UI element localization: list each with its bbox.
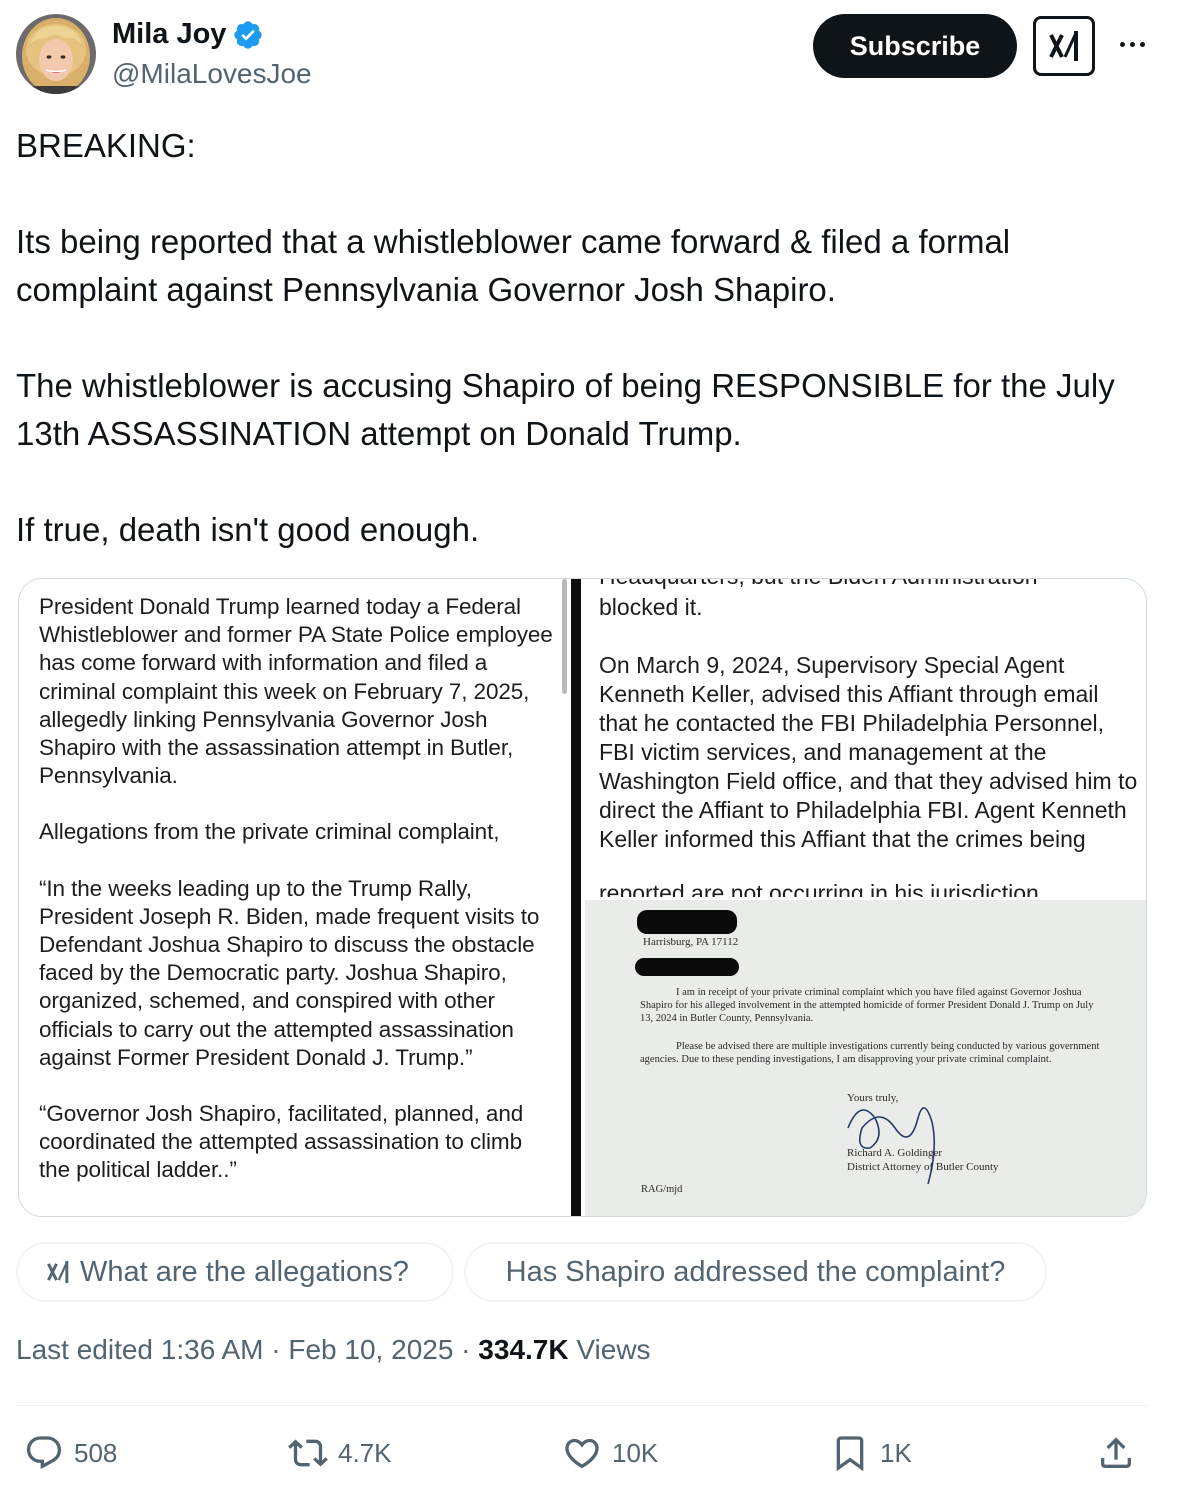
divider bbox=[16, 1405, 1148, 1406]
left-paragraph-1: President Donald Trump learned today a F… bbox=[39, 594, 553, 789]
heart-icon bbox=[565, 1438, 599, 1469]
redaction-bar bbox=[637, 910, 737, 934]
letter-signer: Richard A. Goldinger District Attorney o… bbox=[847, 1146, 999, 1174]
share-icon bbox=[1101, 1437, 1131, 1468]
like-count: 10K bbox=[612, 1437, 659, 1468]
scrollbar-thumb bbox=[562, 579, 567, 694]
grok-button[interactable] bbox=[1033, 16, 1095, 76]
right-paragraph-2: On March 9, 2024, Supervisory Special Ag… bbox=[599, 652, 1138, 852]
grok-suggestions: What are the allegations? Has Shapiro ad… bbox=[16, 1242, 1047, 1302]
letter-signer-title: District Attorney of Butler County bbox=[847, 1161, 999, 1173]
tweet-line-1: BREAKING: bbox=[16, 127, 196, 164]
reply-icon bbox=[26, 1436, 62, 1470]
letter-paragraph-1: I am in receipt of your private criminal… bbox=[640, 987, 1094, 1024]
share-button[interactable] bbox=[1096, 1428, 1136, 1478]
suggestion-chip-shapiro[interactable]: Has Shapiro addressed the complaint? bbox=[464, 1242, 1047, 1302]
tweet-line-3: The whistleblower is accusing Shapiro of… bbox=[16, 367, 1115, 452]
right-top-text: blocked it. On March 9, 2024, Supervisor… bbox=[599, 593, 1139, 883]
edited-timestamp[interactable]: Last edited 1:36 AM · Feb 10, 2025 · bbox=[16, 1334, 478, 1366]
left-image-text: President Donald Trump learned today a F… bbox=[39, 593, 559, 1213]
left-paragraph-2: Allegations from the private criminal co… bbox=[39, 819, 500, 845]
media-image-letter[interactable]: Harrisburg, PA 17112 I am in receipt of … bbox=[585, 900, 1146, 1216]
subscribe-button[interactable]: Subscribe bbox=[813, 14, 1017, 78]
repost-button[interactable]: 4.7K bbox=[288, 1428, 392, 1478]
letter-closing: Yours truly, bbox=[847, 1092, 899, 1104]
suggestion-chip-label: What are the allegations? bbox=[80, 1255, 409, 1288]
author-handle[interactable]: @MilaLovesJoe bbox=[112, 58, 312, 90]
user-avatar[interactable] bbox=[16, 14, 96, 94]
media-image-left[interactable]: President Donald Trump learned today a F… bbox=[19, 579, 571, 1216]
suggestion-chip-allegations[interactable]: What are the allegations? bbox=[16, 1242, 454, 1302]
bookmark-count: 1K bbox=[880, 1437, 912, 1468]
repost-count: 4.7K bbox=[338, 1437, 392, 1468]
bookmark-button[interactable]: 1K bbox=[830, 1428, 912, 1478]
verified-badge-icon[interactable] bbox=[232, 19, 264, 51]
repost-icon bbox=[288, 1439, 328, 1467]
tweet-text: BREAKING: Its being reported that a whis… bbox=[16, 122, 1136, 554]
name-row: Mila Joy bbox=[112, 18, 264, 51]
tweet-header: Mila Joy @MilaLovesJoe Subscribe bbox=[16, 14, 1164, 94]
letter-signer-name: Richard A. Goldinger bbox=[847, 1147, 943, 1159]
bookmark-icon bbox=[836, 1436, 864, 1472]
tweet-media[interactable]: President Donald Trump learned today a F… bbox=[18, 578, 1147, 1217]
cut-off-bottom-line: reported are not occurring in his jurisd… bbox=[599, 880, 1039, 897]
suggestion-chip-label: Has Shapiro addressed the complaint? bbox=[505, 1255, 1006, 1288]
avatar-image bbox=[16, 14, 96, 94]
tweet-meta: Last edited 1:36 AM · Feb 10, 2025 · 334… bbox=[16, 1334, 651, 1366]
left-paragraph-3: “In the weeks leading up to the Trump Ra… bbox=[39, 875, 540, 1070]
media-image-right-top[interactable]: Headquarters, but the Biden Administrati… bbox=[581, 579, 1146, 897]
grok-icon bbox=[47, 1260, 69, 1284]
tweet-actions: 508 4.7K 10K 1K bbox=[24, 1428, 1144, 1478]
letter-paragraph-2: Please be advised there are multiple inv… bbox=[640, 1041, 1100, 1065]
media-divider bbox=[571, 579, 581, 1216]
reply-button[interactable]: 508 bbox=[24, 1428, 117, 1478]
cut-off-top-line: Headquarters, but the Biden Administrati… bbox=[599, 579, 1038, 591]
left-paragraph-4: “Governor Josh Shapiro, facilitated, pla… bbox=[39, 1101, 524, 1183]
tweet-line-4: If true, death isn't good enough. bbox=[16, 511, 480, 548]
more-horizontal-icon[interactable] bbox=[1112, 32, 1152, 56]
letter-reference: RAG/mjd bbox=[641, 1184, 683, 1195]
redaction-bar bbox=[635, 958, 739, 976]
letter-address: Harrisburg, PA 17112 bbox=[643, 936, 739, 948]
views-label: Views bbox=[568, 1334, 651, 1365]
author-name[interactable]: Mila Joy bbox=[112, 18, 226, 51]
right-paragraph-1: blocked it. bbox=[599, 594, 703, 620]
like-button[interactable]: 10K bbox=[562, 1428, 658, 1478]
views-count: 334.7K bbox=[478, 1334, 569, 1365]
grok-icon bbox=[1049, 31, 1078, 61]
tweet-line-2: Its being reported that a whistleblower … bbox=[16, 223, 1011, 308]
reply-count: 508 bbox=[74, 1437, 118, 1468]
